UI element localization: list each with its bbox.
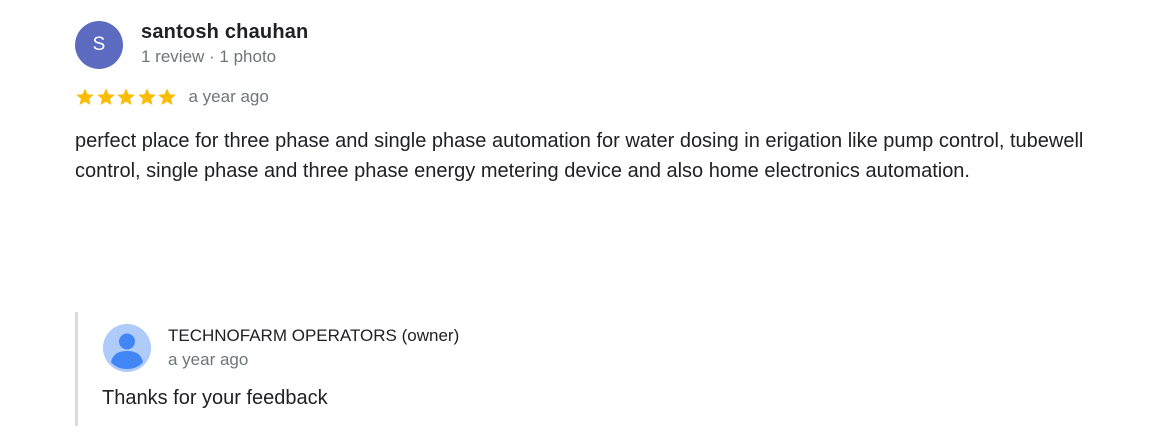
star-icon <box>76 88 94 106</box>
star-rating <box>75 87 178 107</box>
star-icon <box>117 88 135 106</box>
owner-reply-text: Thanks for your feedback <box>102 387 328 409</box>
review-card: S santosh chauhan 1 review · 1 photo a y… <box>0 0 1167 445</box>
star-icon <box>96 88 115 106</box>
reviewer-meta: 1 review · 1 photo <box>141 47 277 66</box>
rating-row: a year ago <box>75 85 269 109</box>
person-icon <box>103 324 151 372</box>
review-text: perfect place for three phase and single… <box>75 130 1084 182</box>
review-time: a year ago <box>188 87 269 106</box>
owner-reply: TECHNOFARM OPERATORS (owner) a year ago … <box>75 312 978 426</box>
reviewer-initial: S <box>92 34 106 55</box>
star-icon <box>137 88 156 106</box>
owner-name: TECHNOFARM OPERATORS (owner) <box>168 326 460 345</box>
reviewer-name[interactable]: santosh chauhan <box>141 21 308 44</box>
owner-reply-time: a year ago <box>168 350 249 369</box>
star-icon <box>158 88 176 106</box>
reviewer-avatar[interactable]: S <box>75 21 123 69</box>
